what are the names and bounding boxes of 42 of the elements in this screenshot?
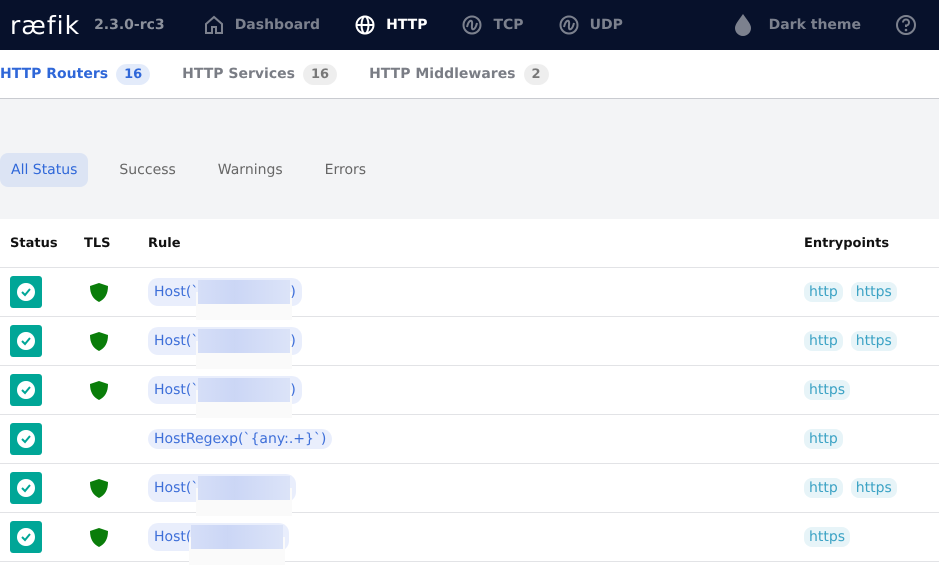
logo[interactable]: ræfik xyxy=(10,10,80,40)
nav-link[interactable]: TCP xyxy=(461,14,524,36)
home-icon xyxy=(202,14,225,36)
wave-circle-icon xyxy=(558,14,580,36)
rule-chip: Host(` ) xyxy=(148,376,302,404)
entrypoint-tag: https xyxy=(850,331,897,351)
status-filter[interactable]: Success xyxy=(108,153,187,187)
entrypoint-tag: http xyxy=(804,429,843,449)
status-filter[interactable]: All Status xyxy=(0,153,88,187)
subtab[interactable]: HTTP Routers 16 xyxy=(0,64,150,84)
version-label: 2.3.0-rc3 xyxy=(94,17,165,33)
status-filter[interactable]: Errors xyxy=(314,153,378,187)
column-header: Rule xyxy=(148,236,182,250)
entrypoint-tag: http xyxy=(804,478,843,498)
nav-link[interactable]: UDP xyxy=(558,14,623,36)
count-badge: 2 xyxy=(524,64,549,84)
subtab[interactable]: HTTP Services 16 xyxy=(182,64,338,84)
entrypoint-tag: http xyxy=(804,331,843,351)
wave-circle-icon xyxy=(461,14,484,36)
entrypoint-tag: https xyxy=(804,527,850,547)
entrypoint-tag: https xyxy=(850,282,897,302)
rule-chip: Host(` xyxy=(148,474,296,502)
rule-chip: Host( xyxy=(148,523,290,551)
drop-icon xyxy=(732,13,753,37)
theme-toggle[interactable]: Dark theme xyxy=(732,13,861,37)
rule-chip: Host(` ) xyxy=(148,278,302,306)
entrypoint-tag: https xyxy=(804,380,850,400)
column-header: Status xyxy=(10,236,59,250)
nav-link[interactable]: Dashboard xyxy=(202,14,320,36)
count-badge: 16 xyxy=(302,64,338,84)
entrypoint-tag: https xyxy=(850,478,897,498)
column-header: Entrypoints xyxy=(804,236,890,250)
count-badge: 16 xyxy=(116,64,150,84)
entrypoint-tag: http xyxy=(804,282,843,302)
rule-chip: HostRegexp(`{any:.+}`) xyxy=(148,429,332,449)
help-icon[interactable] xyxy=(895,14,917,36)
column-header: TLS xyxy=(84,236,112,250)
rule-chip: Host(` ) xyxy=(148,327,302,355)
subtab[interactable]: HTTP Middlewares 2 xyxy=(369,64,549,84)
status-filter[interactable]: Warnings xyxy=(206,153,294,187)
globe-icon xyxy=(354,14,376,36)
nav-link[interactable]: HTTP xyxy=(354,14,428,36)
